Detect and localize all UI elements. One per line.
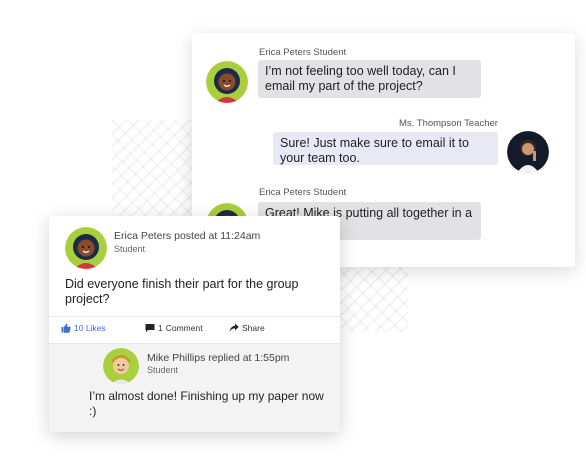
comment-icon	[145, 324, 155, 333]
decorative-pattern	[112, 120, 202, 230]
reply-role: Student	[147, 365, 179, 375]
student-boy-avatar-icon	[103, 348, 139, 384]
student-girl-avatar-icon	[65, 227, 107, 269]
post-role: Student	[114, 244, 146, 254]
share-icon	[229, 323, 239, 332]
reply-text: I’m almost done! Finishing up my paper n…	[89, 389, 324, 418]
comment-button[interactable]: 1 Comment	[145, 323, 203, 333]
thumbs-up-icon	[61, 323, 71, 333]
reply-section: Mike Phillips replied at 1:55pm Student …	[49, 343, 340, 432]
post-text: Did everyone finish their part for the g…	[65, 277, 299, 306]
message-sender: Erica Peters Student	[259, 187, 347, 198]
likes-label: 10 Likes	[74, 323, 106, 333]
decorative-pattern	[338, 266, 408, 332]
student-girl-avatar-icon	[206, 61, 248, 103]
post-card: Erica Peters posted at 11:24am Student D…	[49, 216, 340, 432]
message-sender: Erica Peters Student	[259, 47, 347, 58]
message-sender: Ms. Thompson Teacher	[399, 118, 498, 129]
message-bubble: Sure! Just make sure to email it to your…	[273, 132, 498, 165]
post-author: Erica Peters posted at 11:24am	[114, 230, 261, 242]
share-label: Share	[242, 323, 265, 333]
comment-label: Comment	[165, 323, 203, 333]
share-button[interactable]: Share	[229, 323, 265, 333]
post-actions: 10 Likes 1 Comment Share	[49, 317, 340, 343]
comment-count: 1	[158, 323, 163, 333]
reply-author: Mike Phillips replied at 1:55pm	[147, 352, 290, 364]
like-button[interactable]: 10 Likes	[61, 323, 106, 333]
teacher-avatar-icon	[507, 131, 549, 173]
message-bubble: I’m not feeling too well today, can I em…	[258, 60, 481, 98]
